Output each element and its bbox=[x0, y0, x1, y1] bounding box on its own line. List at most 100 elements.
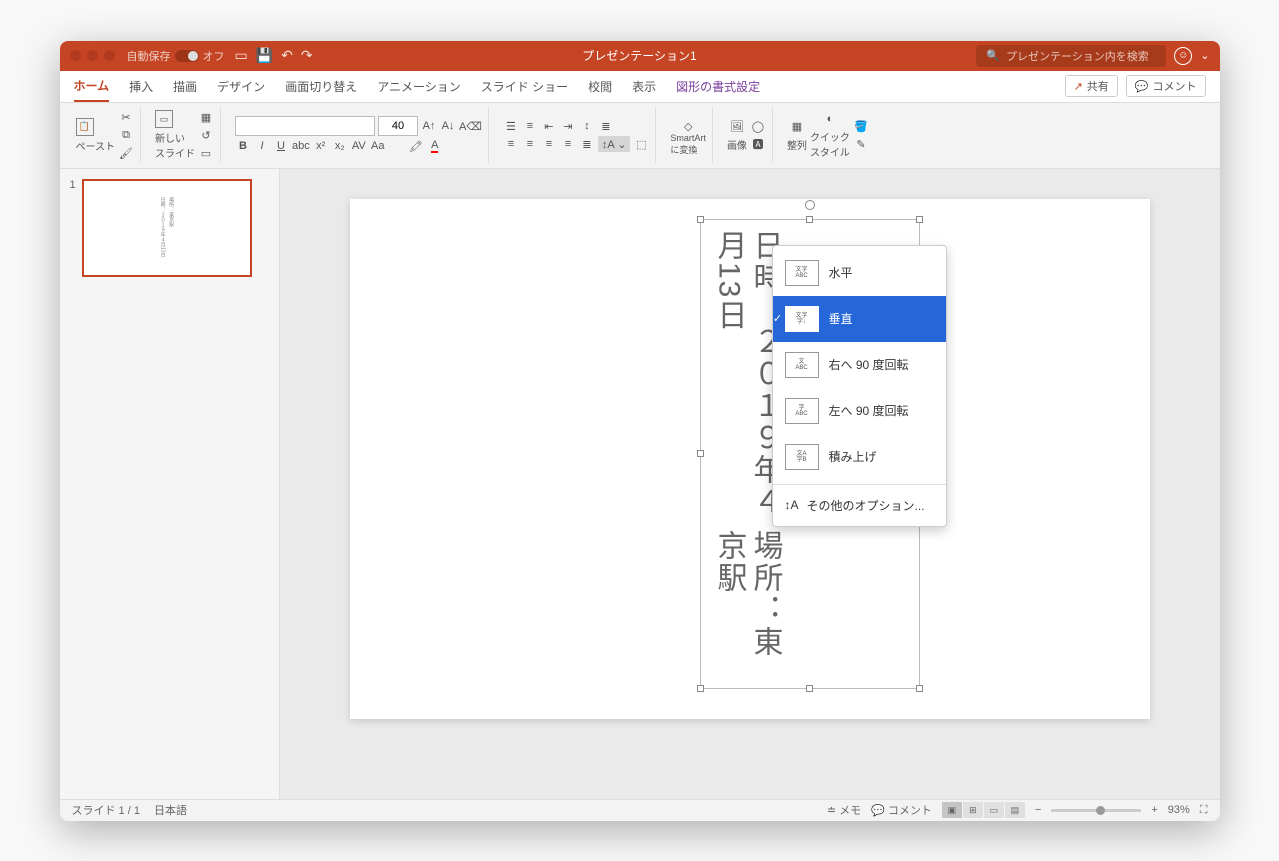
bullets-icon[interactable]: ☰ bbox=[503, 118, 519, 134]
zoom-slider[interactable] bbox=[1051, 809, 1141, 812]
tab-slideshow[interactable]: スライド ショー bbox=[481, 72, 568, 101]
resize-handle[interactable] bbox=[806, 216, 813, 223]
reading-view-icon[interactable]: ▭ bbox=[984, 802, 1004, 818]
share-button[interactable]: ↗共有 bbox=[1065, 75, 1118, 97]
distribute-icon[interactable]: ≣ bbox=[579, 136, 595, 152]
rotate-left-icon: 字ABC bbox=[785, 398, 819, 424]
save-icon[interactable]: 💾 bbox=[256, 47, 273, 64]
strike-icon[interactable]: abc bbox=[292, 138, 310, 154]
tab-home[interactable]: ホーム bbox=[74, 71, 110, 102]
indent-more-icon[interactable]: ≣ bbox=[598, 118, 614, 134]
outline-icon[interactable]: ✎ bbox=[853, 136, 869, 152]
highlight-icon[interactable]: 🖍 bbox=[408, 138, 424, 154]
resize-handle[interactable] bbox=[806, 685, 813, 692]
text-direction-stacked[interactable]: 文A字B 積み上げ bbox=[773, 434, 946, 480]
search-input[interactable]: 🔍 プレゼンテーション内を検索 bbox=[976, 45, 1166, 67]
text-direction-rotate-right[interactable]: 文ABC 右へ 90 度回転 bbox=[773, 342, 946, 388]
text-direction-horizontal[interactable]: 文字ABC 水平 bbox=[773, 250, 946, 296]
minimize-window[interactable] bbox=[87, 50, 98, 61]
zoom-level[interactable]: 93% bbox=[1168, 804, 1190, 816]
close-window[interactable] bbox=[70, 50, 81, 61]
new-slide-icon[interactable]: ▭ bbox=[155, 110, 173, 128]
align-center-icon[interactable]: ≡ bbox=[522, 136, 538, 152]
slideshow-view-icon[interactable]: ▤ bbox=[1005, 802, 1025, 818]
grow-font-icon[interactable]: A↑ bbox=[421, 118, 437, 134]
tab-draw[interactable]: 描画 bbox=[173, 72, 197, 101]
textbox-icon[interactable]: 🅰 bbox=[750, 136, 766, 152]
align-right-icon[interactable]: ≡ bbox=[541, 136, 557, 152]
reset-icon[interactable]: ↺ bbox=[198, 127, 214, 143]
tab-insert[interactable]: 挿入 bbox=[129, 72, 153, 101]
inc-indent-icon[interactable]: ⇥ bbox=[560, 118, 576, 134]
justify-icon[interactable]: ≡ bbox=[560, 136, 576, 152]
line-spacing-icon[interactable]: ↕ bbox=[579, 118, 595, 134]
comment-button[interactable]: 💬コメント bbox=[1126, 75, 1206, 97]
text-direction-dropdown[interactable]: ↕A ⌄ bbox=[598, 136, 631, 152]
resize-handle[interactable] bbox=[697, 685, 704, 692]
language-status[interactable]: 日本語 bbox=[154, 802, 187, 818]
resize-handle[interactable] bbox=[697, 450, 704, 457]
layout-icon[interactable]: ▦ bbox=[198, 109, 214, 125]
text-direction-more-options[interactable]: ↕A その他のオプション... bbox=[773, 489, 946, 522]
clear-format-icon[interactable]: A⌫ bbox=[459, 118, 482, 134]
arrange-icon[interactable]: ▦ bbox=[787, 119, 807, 135]
resize-handle[interactable] bbox=[697, 216, 704, 223]
slide-counter[interactable]: スライド 1 / 1 bbox=[72, 802, 140, 818]
tab-shape-format[interactable]: 図形の書式設定 bbox=[676, 72, 760, 101]
cut-icon[interactable]: ✂ bbox=[118, 109, 134, 125]
resize-handle[interactable] bbox=[916, 685, 923, 692]
paste-icon[interactable]: 📋 bbox=[76, 118, 94, 136]
canvas[interactable]: 日時：２０１９年４月13日 場所：東京駅 bbox=[280, 169, 1220, 799]
dec-indent-icon[interactable]: ⇤ bbox=[541, 118, 557, 134]
smartart-group: ◇ SmartArt に変換 bbox=[664, 107, 713, 163]
copy-icon[interactable]: ⧉ bbox=[118, 127, 134, 143]
maximize-window[interactable] bbox=[104, 50, 115, 61]
tab-view[interactable]: 表示 bbox=[632, 72, 656, 101]
start-icon[interactable]: ▭ bbox=[235, 47, 248, 64]
align-text-icon[interactable]: ⬚ bbox=[633, 136, 649, 152]
font-select[interactable] bbox=[235, 116, 375, 136]
tab-animations[interactable]: アニメーション bbox=[377, 72, 461, 101]
notes-button[interactable]: ≐ メモ bbox=[827, 802, 861, 818]
smartart-icon[interactable]: SmartArt に変換 bbox=[670, 136, 706, 152]
italic-icon[interactable]: I bbox=[254, 138, 270, 154]
char-spacing-icon[interactable]: AV bbox=[351, 138, 367, 154]
stacked-icon: 文A字B bbox=[785, 444, 819, 470]
fill-icon[interactable]: 🪣 bbox=[853, 118, 869, 134]
shapes-menu-icon[interactable]: ◯ bbox=[750, 118, 766, 134]
user-mood-icon[interactable]: ☺ bbox=[1174, 47, 1192, 65]
numbering-icon[interactable]: ≡ bbox=[522, 118, 538, 134]
tab-review[interactable]: 校閲 bbox=[588, 72, 612, 101]
zoom-in-icon[interactable]: + bbox=[1151, 804, 1157, 816]
quickstyle-icon[interactable]: ◐ bbox=[810, 111, 850, 127]
redo-icon[interactable]: ↷ bbox=[301, 47, 313, 64]
tab-transitions[interactable]: 画面切り替え bbox=[285, 72, 357, 101]
subscript-icon[interactable]: x₂ bbox=[332, 138, 348, 154]
normal-view-icon[interactable]: ▣ bbox=[942, 802, 962, 818]
slide-thumbnail-1[interactable]: 日時：２０１９年４月13日 場所：東京駅 bbox=[82, 179, 252, 277]
font-color-icon[interactable]: A bbox=[427, 138, 443, 154]
change-case-icon[interactable]: Aa bbox=[370, 138, 386, 154]
autosave-toggle[interactable]: 自動保存 オフ bbox=[127, 48, 225, 64]
tab-design[interactable]: デザイン bbox=[217, 72, 265, 101]
text-direction-vertical[interactable]: 文字字↓ 垂直 bbox=[773, 296, 946, 342]
comments-button[interactable]: 💬 コメント bbox=[871, 802, 932, 818]
font-size-input[interactable] bbox=[378, 116, 418, 136]
format-painter-icon[interactable]: 🖌 bbox=[118, 145, 134, 161]
text-direction-rotate-left[interactable]: 字ABC 左へ 90 度回転 bbox=[773, 388, 946, 434]
align-left-icon[interactable]: ≡ bbox=[503, 136, 519, 152]
chevron-down-icon[interactable]: ⌄ bbox=[1200, 49, 1209, 62]
slide[interactable]: 日時：２０１９年４月13日 場所：東京駅 bbox=[350, 199, 1150, 719]
rotate-handle[interactable] bbox=[805, 200, 815, 210]
superscript-icon[interactable]: x² bbox=[313, 138, 329, 154]
underline-icon[interactable]: U bbox=[273, 138, 289, 154]
resize-handle[interactable] bbox=[916, 216, 923, 223]
undo-icon[interactable]: ↶ bbox=[281, 47, 293, 64]
sorter-view-icon[interactable]: ⊞ bbox=[963, 802, 983, 818]
image-icon[interactable]: 🖼 bbox=[727, 119, 747, 135]
zoom-out-icon[interactable]: − bbox=[1035, 804, 1041, 816]
section-icon[interactable]: ▭ bbox=[198, 145, 214, 161]
fit-window-icon[interactable]: ⛶ bbox=[1200, 804, 1208, 817]
shrink-font-icon[interactable]: A↓ bbox=[440, 118, 456, 134]
bold-icon[interactable]: B bbox=[235, 138, 251, 154]
